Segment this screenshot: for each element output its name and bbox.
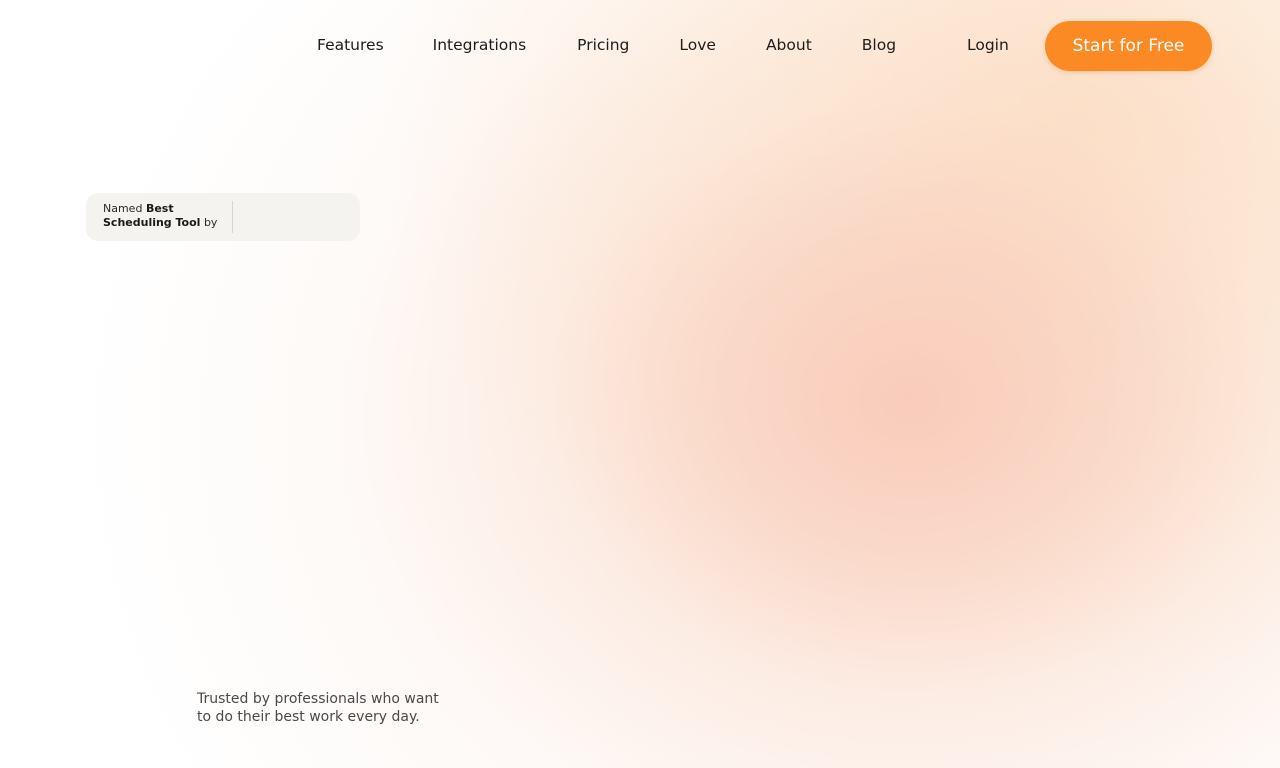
nav-link-pricing[interactable]: Pricing [577,34,629,56]
start-for-free-button[interactable]: Start for Free [1045,21,1212,71]
nav-link-integrations[interactable]: Integrations [433,34,526,56]
trusted-line-1: Trusted by professionals who want [197,691,439,707]
login-link[interactable]: Login [967,34,1009,56]
landing-page: Features Integrations Pricing Love About… [0,0,1280,768]
badge-divider [232,201,233,233]
nav-links: Features Integrations Pricing Love About… [317,34,896,56]
background-gradient [0,0,1280,768]
trusted-line-2: to do their best work every day. [197,709,420,725]
top-navigation: Features Integrations Pricing Love About… [0,0,1280,92]
nav-link-about[interactable]: About [766,34,812,56]
badge-suffix: by [203,216,218,229]
nav-link-features[interactable]: Features [317,34,384,56]
trusted-by-text: Trusted by professionals who want to do … [197,690,457,726]
nav-link-blog[interactable]: Blog [862,34,896,56]
badge-prefix: Named [103,202,143,215]
award-badge-text: Named Best Scheduling Tool by [103,202,231,230]
nav-link-love[interactable]: Love [679,34,716,56]
award-badge: Named Best Scheduling Tool by [86,193,360,241]
